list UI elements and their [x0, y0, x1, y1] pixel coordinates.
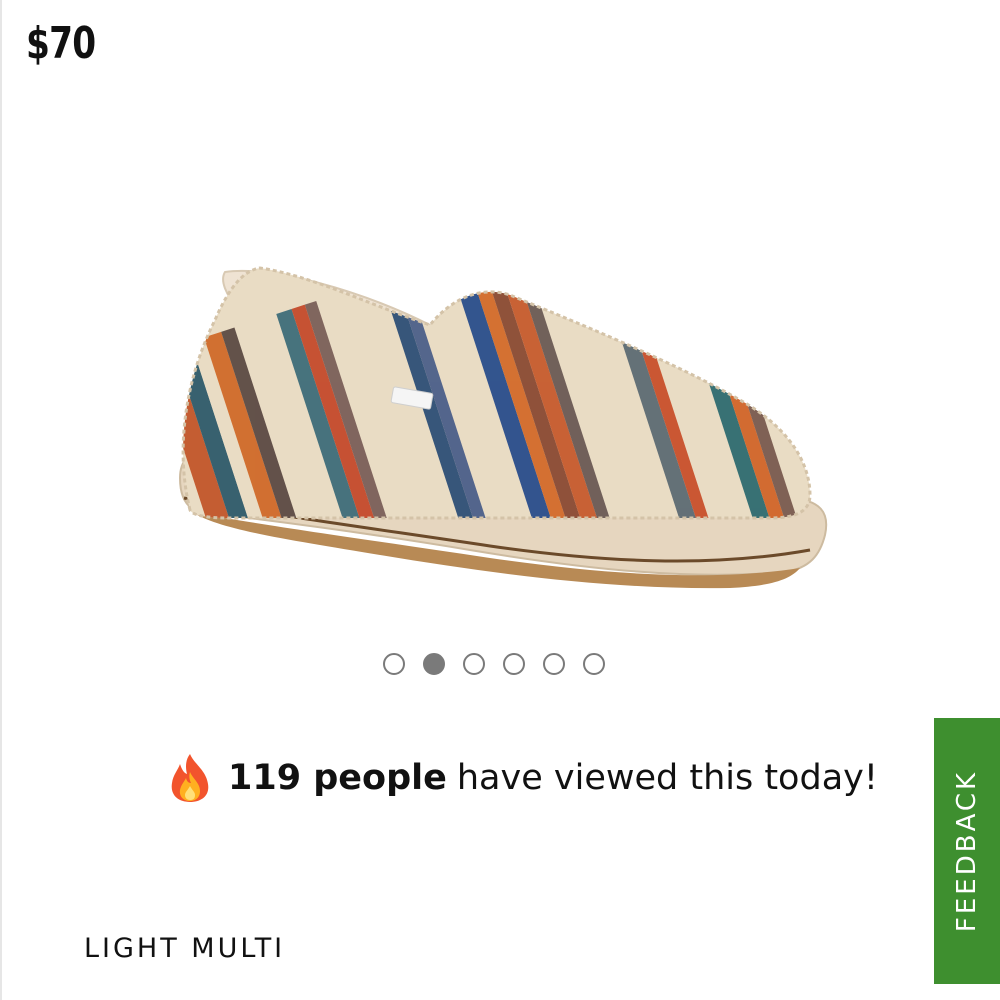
fire-icon	[171, 754, 209, 802]
views-count: 119 people	[228, 758, 447, 798]
carousel-dot[interactable]	[503, 653, 525, 675]
product-image[interactable]	[170, 250, 840, 610]
page-left-border	[0, 0, 2, 1000]
views-message: have viewed this today!	[456, 758, 878, 798]
image-carousel-dots	[383, 653, 605, 675]
views-banner: 119 people have viewed this today!	[166, 752, 878, 804]
carousel-dot[interactable]	[583, 653, 605, 675]
feedback-button[interactable]: FEEDBACK	[934, 718, 1000, 984]
product-color-name: LIGHT MULTI	[84, 933, 286, 964]
carousel-dot-active[interactable]	[423, 653, 445, 675]
feedback-label: FEEDBACK	[952, 769, 982, 933]
carousel-dot[interactable]	[463, 653, 485, 675]
carousel-dot[interactable]	[543, 653, 565, 675]
product-price: $70	[26, 18, 96, 69]
carousel-dot[interactable]	[383, 653, 405, 675]
